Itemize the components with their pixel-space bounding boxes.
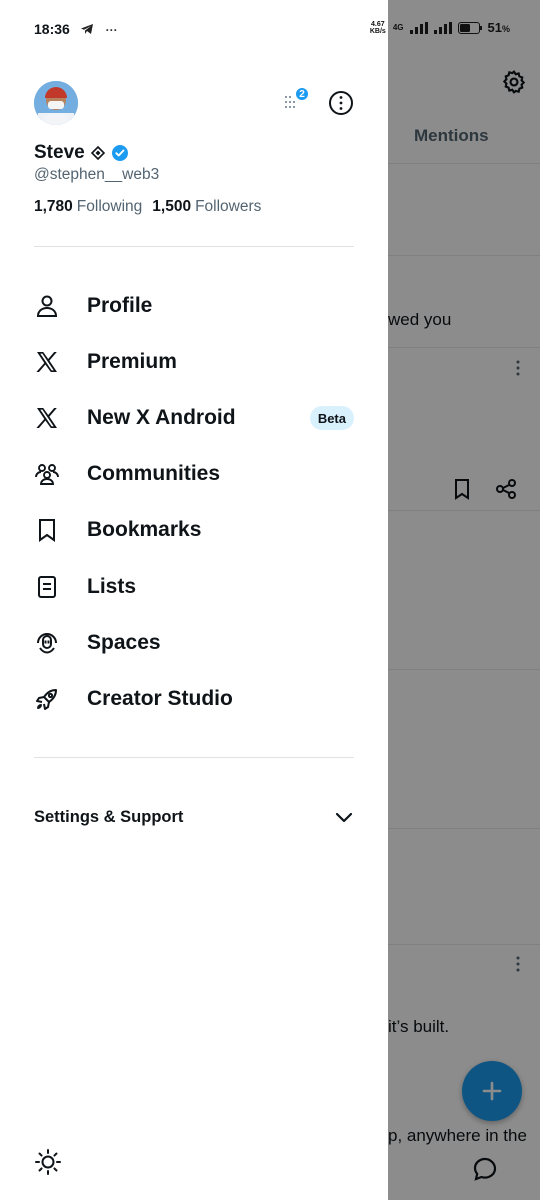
- more-options-icon[interactable]: [328, 90, 354, 116]
- profile-name-row[interactable]: Steve: [34, 142, 129, 164]
- menu-label: Lists: [87, 575, 137, 598]
- communities-icon: [35, 464, 59, 485]
- chevron-down-icon: [335, 812, 353, 823]
- telegram-icon: [80, 24, 93, 34]
- profile-name: Steve: [34, 142, 85, 163]
- following-count: 1,780: [34, 198, 73, 215]
- network-type: 4G: [392, 23, 404, 32]
- menu-label: Premium: [87, 350, 177, 373]
- menu-label: Creator Studio: [87, 687, 233, 710]
- menu-item-premium[interactable]: Premium: [34, 340, 354, 384]
- person-icon: [36, 295, 58, 317]
- menu-item-bookmarks[interactable]: Bookmarks: [34, 508, 354, 552]
- followers-link[interactable]: 1,500 Followers: [152, 198, 261, 216]
- status-time: 18:36 ···: [34, 21, 118, 37]
- status-indicators: 4.67 KB/s 4G 51%: [369, 20, 510, 35]
- followers-label: Followers: [195, 198, 262, 215]
- x-logo-icon: [36, 408, 57, 428]
- profile-handle: @stephen__web3: [34, 166, 160, 183]
- more-notifications-icon: ···: [105, 23, 118, 37]
- following-link[interactable]: 1,780 Following: [34, 198, 142, 216]
- menu-label: Profile: [87, 294, 153, 317]
- menu-item-lists[interactable]: Lists: [34, 565, 354, 609]
- battery-value: 51: [487, 20, 502, 35]
- menu-label: Spaces: [87, 631, 161, 654]
- menu-label: Communities: [87, 462, 221, 485]
- battery-percent: 51%: [487, 20, 510, 35]
- menu-item-communities[interactable]: Communities: [34, 452, 354, 496]
- avatar[interactable]: [34, 81, 78, 125]
- menu-item-creator-studio[interactable]: Creator Studio: [34, 677, 354, 721]
- settings-label: Settings & Support: [34, 807, 184, 826]
- followers-count: 1,500: [152, 198, 192, 215]
- clock: 18:36: [34, 21, 70, 37]
- signal-icon: [433, 21, 452, 34]
- verified-badge-icon: [111, 145, 128, 161]
- menu-item-profile[interactable]: Profile: [34, 284, 354, 328]
- rocket-icon: [36, 689, 57, 710]
- network-speed: 4.67 KB/s: [369, 20, 386, 35]
- battery-icon: [457, 21, 482, 34]
- menu-label: Bookmarks: [87, 518, 202, 541]
- lists-icon: [38, 576, 56, 598]
- follow-stats: 1,780 Following 1,500 Followers: [34, 198, 261, 216]
- diamond-icon: [90, 146, 105, 160]
- bookmark-icon: [39, 519, 55, 542]
- divider: [34, 757, 354, 758]
- spaces-icon: [37, 633, 57, 654]
- menu-item-spaces[interactable]: Spaces: [34, 621, 354, 665]
- avatar-image: [34, 81, 78, 125]
- divider: [34, 246, 354, 247]
- theme-toggle-icon[interactable]: [34, 1148, 62, 1176]
- account-badge: 2: [295, 87, 309, 101]
- following-label: Following: [76, 198, 143, 215]
- beta-badge: Beta: [309, 406, 354, 430]
- menu-label: New X Android: [87, 406, 236, 429]
- menu-item-new-x-android[interactable]: New X Android Beta: [34, 396, 354, 440]
- signal-icon: [409, 21, 428, 34]
- settings-support-toggle[interactable]: Settings & Support: [34, 800, 354, 834]
- x-logo-icon: [36, 352, 57, 372]
- navigation-drawer: 18:36 ··· 2 Steve @stephen__web3 1,780 F…: [0, 0, 388, 1200]
